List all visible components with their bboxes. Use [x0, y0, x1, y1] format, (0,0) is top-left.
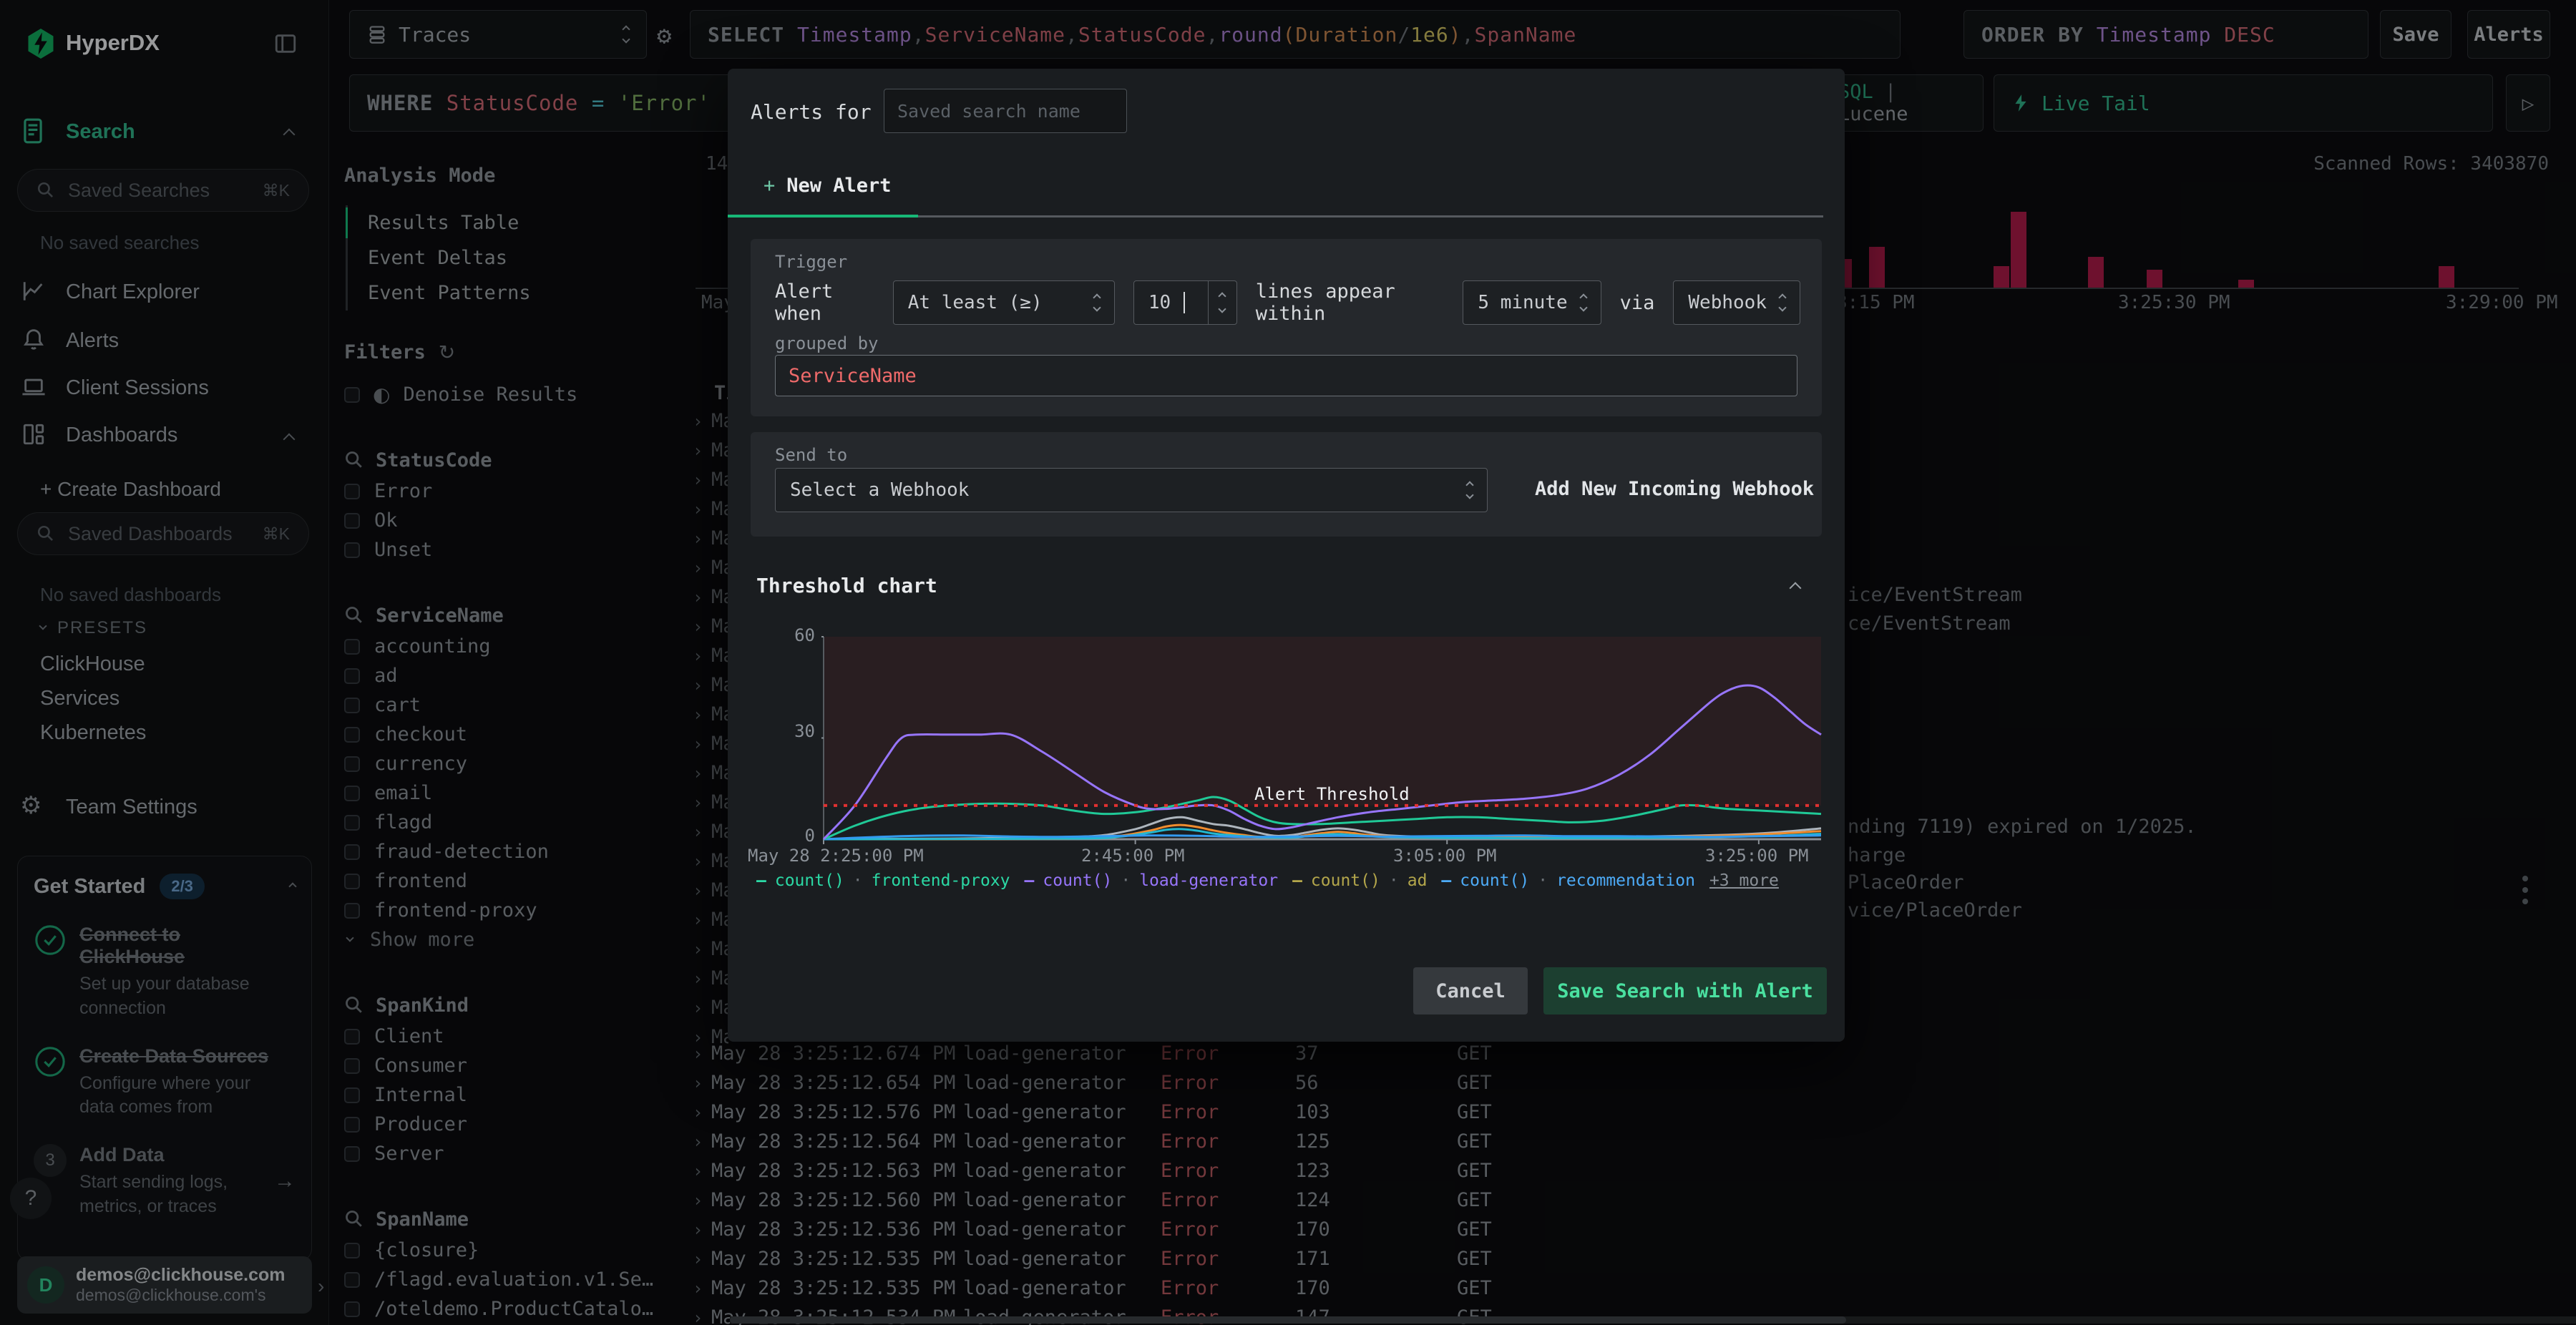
modal-title: Alerts for [751, 100, 872, 124]
select-arrows-icon [1579, 293, 1588, 312]
plus-icon: + [763, 175, 776, 197]
legend-sep: · [852, 871, 863, 890]
save-search-with-alert-button[interactable]: Save Search with Alert [1543, 967, 1827, 1014]
time-window-value: 5 minute [1478, 292, 1568, 313]
y-tick-0: 0 [804, 826, 815, 846]
legend-series-name: ad [1407, 871, 1428, 890]
legend-fn: count() [1310, 871, 1380, 890]
tab-label: New Alert [786, 175, 892, 197]
active-tab-indicator [728, 215, 918, 217]
legend-sep: · [1388, 871, 1399, 890]
grouped-by-label: grouped by [775, 333, 879, 353]
legend-swatch: — [756, 871, 766, 890]
comparator-select[interactable]: At least (≥) [892, 280, 1115, 325]
y-tick-30: 30 [794, 721, 815, 741]
threshold-chart-title: Threshold chart [756, 574, 937, 597]
select-arrows-icon [1465, 481, 1474, 499]
channel-value: Webhook [1688, 292, 1767, 313]
legend-sep: · [1121, 871, 1131, 890]
legend-series-name: recommendation [1556, 871, 1695, 890]
chart-collapse-icon[interactable] [1789, 582, 1802, 595]
legend-series-name: frontend-proxy [871, 871, 1010, 890]
legend-series-name: load-generator [1139, 871, 1279, 890]
trigger-label: Trigger [775, 252, 848, 272]
y-tick-60: 60 [794, 625, 815, 645]
threshold-chart [821, 636, 1822, 844]
alerts-modal: Alerts for + New Alert Trigger Alert whe… [728, 69, 1845, 1042]
legend-sep: · [1538, 871, 1548, 890]
lines-appear-label: lines appear within [1255, 280, 1395, 325]
webhook-select[interactable]: Select a Webhook [775, 468, 1488, 512]
legend-item-load-generator[interactable]: — count() · load-generator [1025, 871, 1279, 890]
tab-new-alert[interactable]: + New Alert [763, 175, 892, 197]
legend-swatch: — [1024, 871, 1035, 890]
legend-swatch: — [1292, 871, 1302, 890]
send-to-label: Send to [775, 445, 848, 465]
x-tick-0: May 28 2:25:00 PM [748, 846, 924, 866]
threshold-value-input[interactable]: 10 [1133, 280, 1237, 325]
saved-search-name-input[interactable] [884, 89, 1127, 133]
tab-divider [918, 215, 1823, 217]
legend-item-recommendation[interactable]: — count() · recommendation [1441, 871, 1695, 890]
time-window-select[interactable]: 5 minute [1463, 280, 1601, 325]
legend-fn: count() [1460, 871, 1530, 890]
trigger-section: Trigger Alert when At least (≥) 10 lines… [751, 239, 1822, 416]
app-screen: HyperDX Search Saved Searches ⌘K No save… [0, 0, 2576, 1325]
legend-fn: count() [774, 871, 844, 890]
comparator-value: At least (≥) [907, 292, 1043, 313]
legend-item-frontend-proxy[interactable]: — count() · frontend-proxy [756, 871, 1010, 890]
webhook-select-value: Select a Webhook [790, 479, 970, 501]
alert-when-label: Alert when [775, 280, 834, 325]
via-label: via [1619, 291, 1655, 314]
legend-swatch: — [1441, 871, 1452, 890]
text-caret [1184, 292, 1186, 313]
legend-fn: count() [1043, 871, 1113, 890]
x-tick-3: 3:25:00 PM [1705, 846, 1809, 866]
number-stepper[interactable] [1207, 281, 1236, 324]
x-tick-2: 3:05:00 PM [1393, 846, 1497, 866]
legend-item-ad[interactable]: — count() · ad [1292, 871, 1427, 890]
send-to-section: Send to Select a Webhook Add New Incomin… [751, 432, 1822, 537]
channel-select[interactable]: Webhook [1673, 280, 1800, 325]
threshold-value: 10 [1148, 292, 1171, 313]
select-arrows-icon [1778, 293, 1787, 312]
grouped-by-input[interactable]: ServiceName [775, 355, 1797, 396]
x-tick-1: 2:45:00 PM [1081, 846, 1185, 866]
cancel-button[interactable]: Cancel [1413, 967, 1528, 1014]
grouped-by-value: ServiceName [789, 364, 917, 387]
chart-legend: — count() · frontend-proxy — count() · load-gen… [756, 871, 1779, 890]
add-webhook-link[interactable]: Add New Incoming Webhook [1535, 478, 1814, 500]
alert-threshold-label: Alert Threshold [1254, 784, 1410, 804]
select-arrows-icon [1093, 293, 1101, 312]
legend-more-button[interactable]: +3 more [1709, 871, 1779, 890]
